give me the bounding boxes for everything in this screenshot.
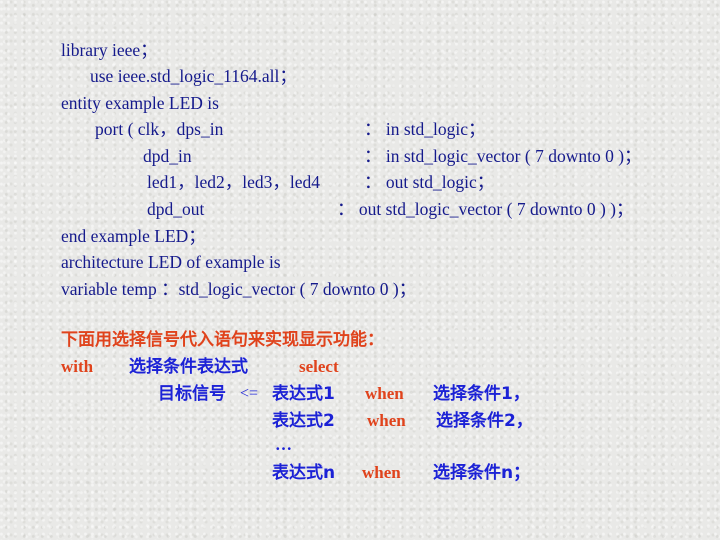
code-line-variable: variable temp ：std_logic_vector ( 7 down… — [61, 279, 417, 299]
ellipsis: … — [275, 435, 292, 454]
code-line-end-entity: end example LED； — [61, 226, 206, 246]
row-1-when: when — [365, 384, 404, 403]
row-2-when: when — [367, 411, 406, 430]
row-n-condition: 选择条件n； — [433, 463, 531, 483]
row-n-when: when — [362, 463, 401, 482]
select-keyword: select — [299, 357, 339, 376]
code-line-entity: entity example LED is — [61, 93, 219, 113]
assign-operator: <= — [240, 385, 259, 402]
port-leds-name: led1，led2，led3，led4 — [147, 172, 321, 192]
code-line-use: use ieee.std_logic_1164.all； — [90, 66, 297, 86]
row-1-expression: 表达式1 — [272, 384, 335, 404]
port-clk-dps-in-type: ： in std_logic； — [364, 119, 486, 139]
port-clk-dps-in-name: port ( clk，dps_in — [95, 119, 224, 139]
code-line-architecture: architecture LED of example is — [61, 252, 281, 272]
port-dpd-in-name: dpd_in — [143, 146, 192, 166]
row-n-expression: 表达式n — [272, 463, 336, 483]
port-dpd-out-type: ： out std_logic_vector ( 7 downto 0 ) )； — [337, 199, 634, 219]
syntax-heading: 下面用选择信号代入语句来实现显示功能： — [61, 330, 384, 350]
port-leds-type: ： out std_logic； — [364, 172, 495, 192]
port-dpd-out-name: dpd_out — [147, 199, 205, 219]
with-keyword: with — [61, 357, 94, 376]
row-1-condition: 选择条件1， — [433, 384, 530, 404]
target-signal: 目标信号 — [158, 384, 226, 404]
port-dpd-in-type: ： in std_logic_vector ( 7 downto 0 )； — [364, 146, 642, 166]
code-line-library: library ieee； — [61, 40, 158, 60]
row-2-expression: 表达式2 — [272, 411, 335, 431]
select-expression: 选择条件表达式 — [129, 357, 248, 377]
row-2-condition: 选择条件2， — [436, 411, 533, 431]
